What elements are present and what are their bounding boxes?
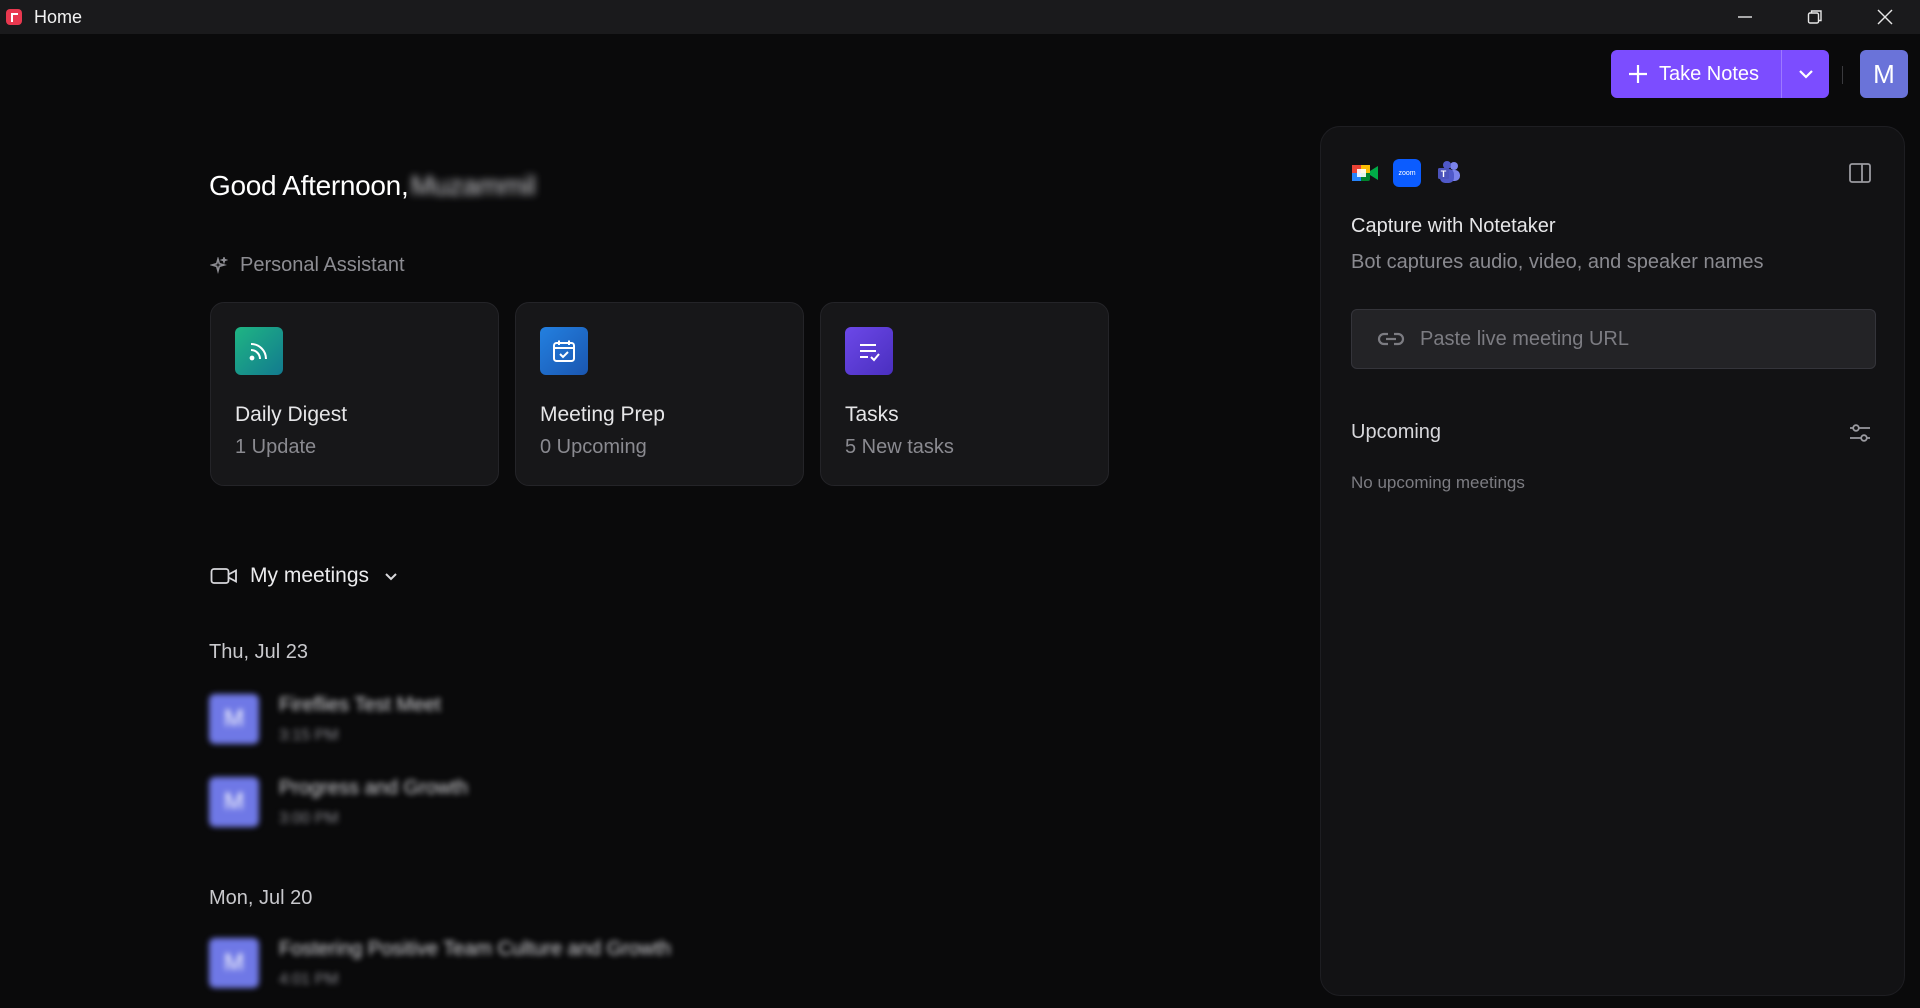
card-tasks[interactable]: Tasks 5 New tasks (820, 302, 1109, 486)
tasks-icon (845, 327, 893, 375)
take-notes-split-button: Take Notes (1611, 50, 1829, 98)
chevron-down-icon (1798, 70, 1813, 79)
meeting-url-field[interactable] (1351, 309, 1876, 369)
app-logo-icon (6, 9, 22, 25)
meeting-time: 3:15 PM (279, 727, 339, 744)
take-notes-label: Take Notes (1659, 62, 1760, 85)
minimize-button[interactable] (1710, 0, 1780, 34)
take-notes-dropdown-button[interactable] (1781, 50, 1829, 98)
capture-subtitle: Bot captures audio, video, and speaker n… (1351, 251, 1764, 273)
personal-assistant-header: Personal Assistant (210, 254, 405, 277)
rss-icon (235, 327, 283, 375)
greeting-user-name: Muzammil (410, 170, 536, 201)
minimize-icon (1738, 16, 1752, 18)
calendar-check-icon (540, 327, 588, 375)
link-icon (1377, 332, 1405, 346)
meeting-avatar: M (209, 938, 259, 988)
meeting-avatar: M (209, 694, 259, 744)
close-button[interactable] (1850, 0, 1920, 34)
take-notes-button[interactable]: Take Notes (1611, 50, 1781, 98)
assistant-cards: Daily Digest 1 Update Meeting Prep 0 Upc… (210, 302, 1109, 486)
card-meeting-prep[interactable]: Meeting Prep 0 Upcoming (515, 302, 804, 486)
greeting: Good Afternoon, Muzammil (209, 170, 536, 202)
my-meetings-label: My meetings (250, 564, 370, 587)
close-icon (1877, 9, 1893, 25)
meeting-item[interactable]: M Progress and Growth 3:00 PM (209, 777, 468, 828)
meeting-item[interactable]: M Fireflies Test Meet 3:15 PM (209, 694, 441, 745)
card-subtitle: 5 New tasks (845, 436, 954, 458)
window-controls (1710, 0, 1920, 34)
meeting-url-input[interactable] (1420, 327, 1840, 351)
card-subtitle: 0 Upcoming (540, 436, 647, 458)
plus-icon (1629, 65, 1647, 83)
user-avatar[interactable]: M (1860, 50, 1908, 98)
svg-text:T: T (1441, 169, 1447, 179)
panel-layout-icon (1849, 163, 1871, 183)
google-meet-icon (1351, 159, 1379, 187)
filter-button[interactable] (1846, 419, 1874, 447)
capture-title: Capture with Notetaker (1351, 215, 1556, 237)
greeting-text: Good Afternoon, (209, 170, 409, 201)
sliders-icon (1850, 424, 1870, 442)
meeting-time: 4:01 PM (279, 971, 339, 988)
meeting-title: Fostering Positive Team Culture and Grow… (279, 938, 672, 960)
restore-icon (1807, 10, 1822, 24)
window-title: Home (34, 6, 83, 27)
sparkle-icon (210, 256, 228, 274)
meeting-time: 3:00 PM (279, 810, 339, 827)
card-title: Daily Digest (235, 403, 348, 426)
no-upcoming-text: No upcoming meetings (1351, 473, 1525, 492)
zoom-icon: zoom (1393, 159, 1421, 187)
meeting-date-label: Thu, Jul 23 (209, 641, 308, 663)
card-title: Tasks (845, 403, 899, 426)
meeting-platforms: zoom T (1351, 159, 1463, 187)
notetaker-panel: zoom T Capture with Notetaker Bot captur… (1320, 126, 1905, 996)
video-camera-icon (210, 568, 237, 584)
personal-assistant-label: Personal Assistant (240, 254, 405, 276)
divider (1842, 66, 1843, 84)
upcoming-label: Upcoming (1351, 421, 1442, 443)
card-title: Meeting Prep (540, 403, 665, 426)
my-meetings-dropdown[interactable]: My meetings (210, 564, 399, 588)
card-subtitle: 1 Update (235, 436, 317, 458)
meeting-avatar: M (209, 777, 259, 827)
meeting-title: Fireflies Test Meet (279, 694, 441, 716)
title-bar: Home (0, 0, 1920, 34)
restore-button[interactable] (1780, 0, 1850, 34)
meeting-item[interactable]: M Fostering Positive Team Culture and Gr… (209, 938, 671, 989)
card-daily-digest[interactable]: Daily Digest 1 Update (210, 302, 499, 486)
microsoft-teams-icon: T (1435, 159, 1463, 187)
meeting-date-label: Mon, Jul 20 (209, 887, 313, 909)
meeting-title: Progress and Growth (279, 777, 468, 799)
chevron-down-icon (385, 573, 397, 581)
sidebar-toggle-button[interactable] (1846, 159, 1874, 187)
